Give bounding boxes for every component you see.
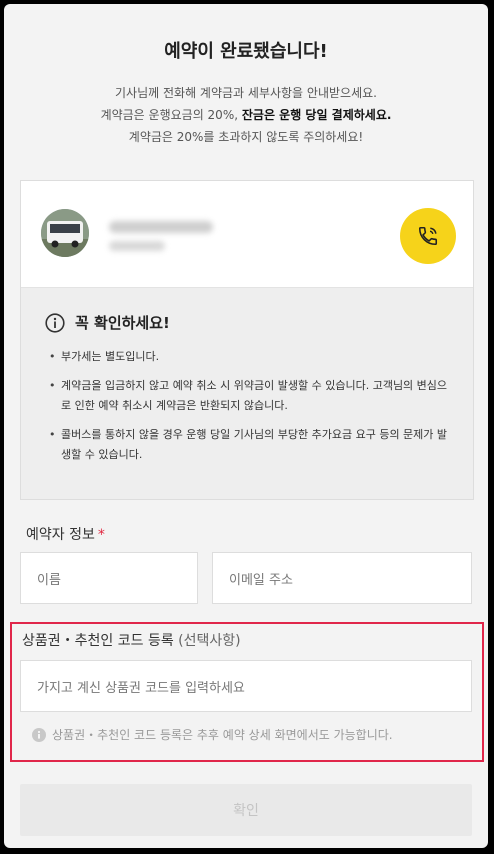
coupon-code-placeholder: 가지고 계신 상품권 코드를 입력하세요 — [37, 680, 245, 696]
confirm-button[interactable]: 확인 — [20, 784, 472, 836]
coupon-hint-text: 상품권・추천인 코드 등록은 추후 예약 상세 화면에서도 가능합니다. — [52, 728, 393, 742]
name-input[interactable]: 이름 — [20, 552, 198, 604]
coupon-code-input[interactable]: 가지고 계신 상품권 코드를 입력하세요 — [20, 660, 472, 712]
instruction-line-2-prefix: 계약금은 운행요금의 20%, — [100, 108, 242, 122]
instruction-line-1: 기사님께 전화해 계약금과 세부사항을 안내받으세요. — [115, 86, 377, 100]
driver-info — [21, 181, 473, 287]
instruction-line-2-strong: 잔금은 운행 당일 결제하세요. — [241, 108, 392, 122]
coupon-label-text: 상품권・추천인 코드 등록 — [22, 633, 174, 649]
notice-box: 꼭 확인하세요! 부가세는 별도입니다. 계약금을 입금하지 않고 예약 취소 … — [21, 287, 473, 499]
instruction-line-2: 계약금은 운행요금의 20%, 잔금은 운행 당일 결제하세요. — [4, 104, 488, 126]
notice-item: 콜버스를 통하지 않을 경우 운행 당일 기사님의 부당한 추가요금 요구 등의… — [41, 425, 453, 465]
page-title: 예약이 완료됐습니다! — [164, 41, 328, 62]
notice-item: 부가세는 별도입니다. — [41, 347, 453, 367]
coupon-optional-text: (선택사항) — [178, 633, 241, 649]
required-mark: * — [97, 527, 105, 543]
call-driver-button[interactable] — [400, 208, 456, 264]
phone-icon — [418, 226, 438, 246]
driver-detail-blurred — [109, 241, 165, 251]
bus-photo-avatar — [41, 209, 89, 257]
email-input-placeholder: 이메일 주소 — [229, 572, 293, 588]
coupon-label: 상품권・추천인 코드 등록 (선택사항) — [22, 630, 241, 650]
instructions: 기사님께 전화해 계약금과 세부사항을 안내받으세요. 계약금은 운행요금의 2… — [4, 82, 488, 148]
name-input-placeholder: 이름 — [37, 572, 61, 588]
info-icon — [32, 727, 46, 742]
notice-title: 꼭 확인하세요! — [75, 314, 170, 332]
booker-info-label-text: 예약자 정보 — [26, 527, 95, 543]
booker-info-label: 예약자 정보 * — [26, 524, 105, 544]
notice-item: 계약금을 입금하지 않고 예약 취소 시 위약금이 발생할 수 있습니다. 고객… — [41, 376, 453, 416]
coupon-hint: 상품권・추천인 코드 등록은 추후 예약 상세 화면에서도 가능합니다. — [32, 726, 393, 743]
driver-card: 꼭 확인하세요! 부가세는 별도입니다. 계약금을 입금하지 않고 예약 취소 … — [20, 180, 474, 500]
notice-list: 부가세는 별도입니다. 계약금을 입금하지 않고 예약 취소 시 위약금이 발생… — [41, 347, 453, 465]
info-circle-icon — [45, 312, 65, 333]
notice-header: 꼭 확인하세요! — [45, 312, 453, 333]
instruction-line-3: 계약금은 20%를 초과하지 않도록 주의하세요! — [128, 130, 364, 144]
booking-complete-screen: 예약이 완료됐습니다! 기사님께 전화해 계약금과 세부사항을 안내받으세요. … — [4, 4, 488, 848]
email-input[interactable]: 이메일 주소 — [212, 552, 472, 604]
driver-name-blurred — [109, 221, 213, 233]
